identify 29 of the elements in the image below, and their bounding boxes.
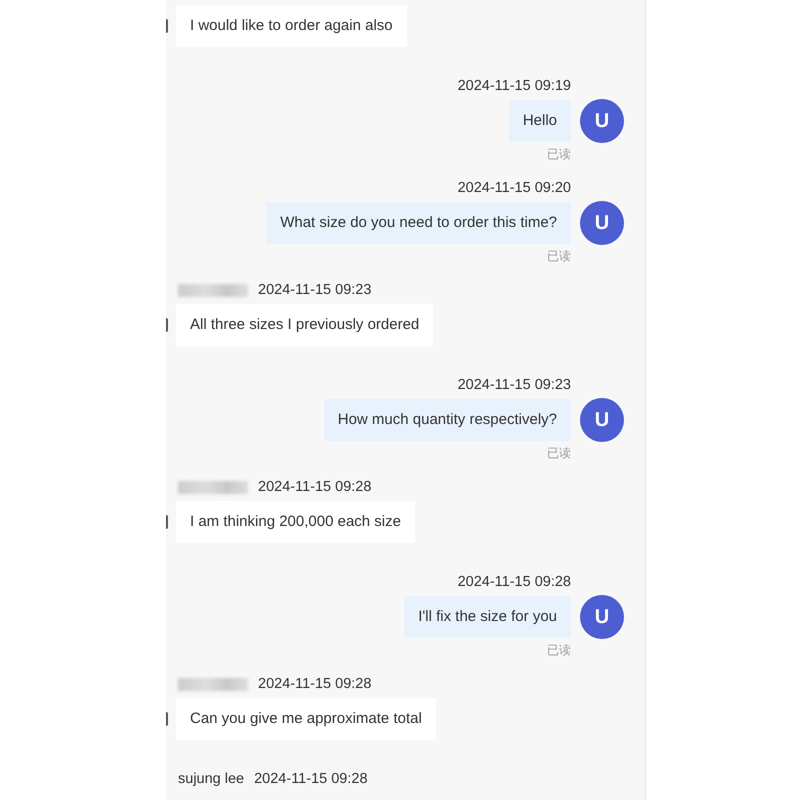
avatar-icon: U xyxy=(580,595,624,639)
message-bubble: I'll fix the size for you xyxy=(404,596,571,638)
avatar-icon: U xyxy=(580,99,624,143)
message-time: 2024-11-15 09:28 xyxy=(258,479,372,495)
message-bubble: I would like to order again also xyxy=(176,5,407,47)
read-status: 已读 xyxy=(547,146,571,162)
message-time: 2024-11-15 09:28 xyxy=(254,771,368,787)
read-status: 已读 xyxy=(547,248,571,264)
message-bubble: Hello xyxy=(508,100,571,142)
sender-name: sujung lee xyxy=(178,771,244,787)
message-bubble: Can you give me approximate total xyxy=(176,698,436,740)
message-bubble: What size do you need to order this time? xyxy=(266,202,571,244)
message-bubble: How much quantity respectively? xyxy=(324,399,571,441)
avatar-icon: U xyxy=(580,201,624,245)
avatar-edge xyxy=(166,712,168,726)
avatar-edge xyxy=(166,515,168,529)
message-bubble: I am thinking 200,000 each size xyxy=(176,501,415,543)
message-time: 2024-11-15 09:20 xyxy=(458,180,571,196)
message-time: 2024-11-15 09:23 xyxy=(458,377,571,393)
read-status: 已读 xyxy=(547,445,571,461)
read-status: 已读 xyxy=(547,642,571,658)
message-bubble: All three sizes I previously ordered xyxy=(176,304,434,346)
avatar-edge xyxy=(166,19,168,33)
message-time: 2024-11-15 09:28 xyxy=(458,574,571,590)
avatar-edge xyxy=(166,318,168,332)
avatar-icon: U xyxy=(580,398,624,442)
message-time: 2024-11-15 09:23 xyxy=(258,282,372,298)
message-time: 2024-11-15 09:28 xyxy=(258,676,372,692)
message-time: 2024-11-15 09:19 xyxy=(458,78,571,94)
